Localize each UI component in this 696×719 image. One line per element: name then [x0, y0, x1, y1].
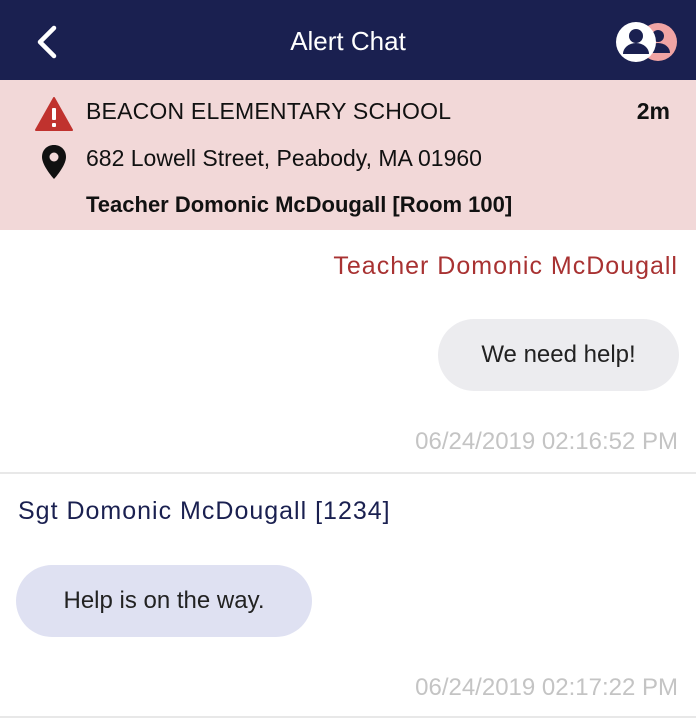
back-button[interactable] — [26, 20, 70, 64]
message-bubble-outgoing[interactable]: We need help! — [438, 319, 679, 391]
alert-chat-screen: Alert Chat BEACON ELEMENTARY SCHOOL 2m 6… — [0, 0, 696, 719]
message-text: Help is on the way. — [63, 587, 265, 614]
message-divider — [0, 472, 696, 474]
message-timestamp: 06/24/2019 02:17:22 PM — [415, 674, 678, 701]
warning-triangle-icon — [35, 97, 73, 131]
message-text: We need help! — [481, 341, 636, 368]
alert-reporter: Teacher Domonic McDougall [Room 100] — [86, 192, 513, 217]
elapsed-time: 2m — [636, 98, 670, 124]
participants-icon — [616, 22, 677, 62]
school-name: BEACON ELEMENTARY SCHOOL — [86, 98, 452, 124]
participants-button[interactable] — [614, 20, 684, 64]
message-timestamp: 06/24/2019 02:16:52 PM — [415, 428, 678, 455]
message-sender: Teacher Domonic McDougall — [333, 252, 678, 280]
message-sender: Sgt Domonic McDougall [1234] — [18, 497, 391, 525]
school-address: 682 Lowell Street, Peabody, MA 01960 — [86, 145, 482, 171]
header-bar: Alert Chat — [0, 0, 696, 80]
map-pin-icon — [42, 145, 66, 179]
message-divider — [0, 716, 696, 718]
chevron-left-icon — [37, 25, 57, 59]
message-bubble-incoming[interactable]: Help is on the way. — [16, 565, 312, 637]
page-title: Alert Chat — [290, 26, 406, 56]
